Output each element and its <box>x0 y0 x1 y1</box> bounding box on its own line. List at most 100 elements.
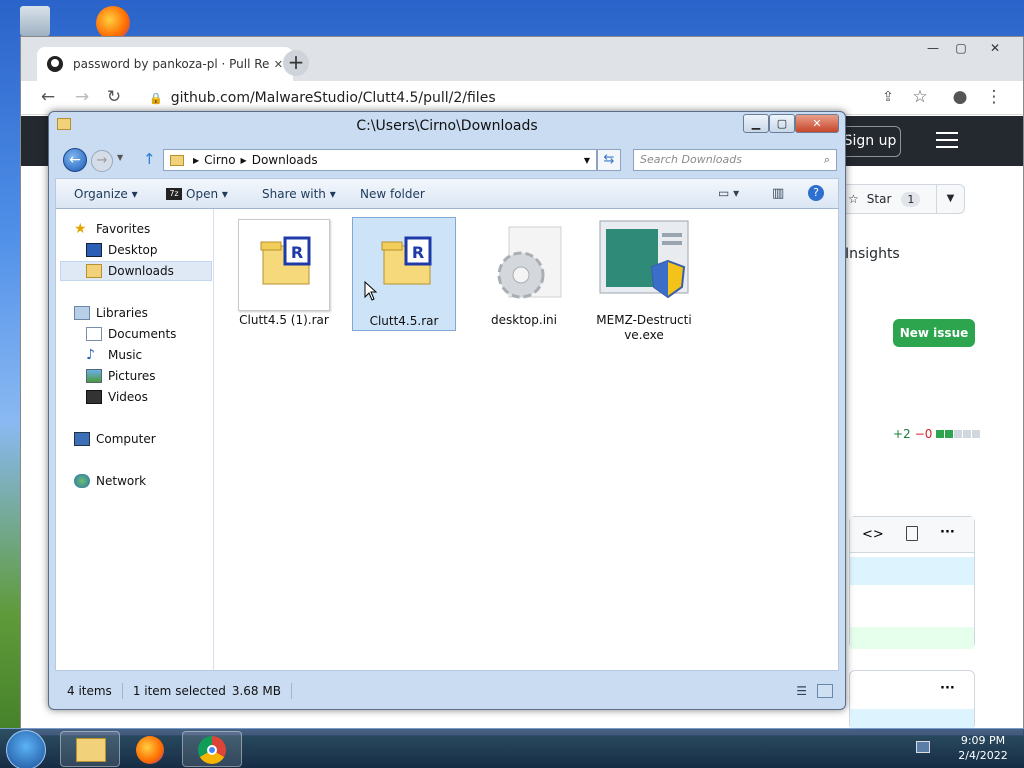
organize-button[interactable]: Organize ▾ <box>74 187 138 201</box>
new-tab-button[interactable]: + <box>283 50 309 76</box>
clock-date: 2/4/2022 <box>958 749 1008 762</box>
star-label: Star <box>866 192 892 206</box>
preview-pane-icon[interactable]: ▥ <box>772 186 784 201</box>
taskbar: 9:09 PM 2/4/2022 <box>0 728 1024 768</box>
chrome-menu-icon[interactable]: ⋮ <box>983 87 1005 109</box>
large-icons-view-icon[interactable] <box>817 684 833 698</box>
clock-time: 9:09 PM <box>960 734 1006 747</box>
file-name: Clutt4.5.rar <box>369 314 439 328</box>
7zip-icon: 7z <box>166 188 182 200</box>
star-dropdown-icon[interactable]: ▼ <box>936 185 964 213</box>
window-title: C:\Users\Cirno\Downloads <box>356 118 538 134</box>
address-bar[interactable]: 🔒 github.com/MalwareStudio/Clutt4.5/pull… <box>135 86 875 110</box>
hamburger-menu-icon[interactable] <box>936 132 958 148</box>
start-button[interactable] <box>6 730 46 768</box>
taskbar-clock[interactable]: 9:09 PM 2/4/2022 <box>948 733 1018 763</box>
command-bar: Organize ▾ 7z Open ▾ Share with ▾ New fo… <box>55 178 839 209</box>
file-name: MEMZ-Destructive.exe <box>596 313 692 342</box>
exe-shield-icon <box>598 219 690 311</box>
chrome-maximize-button[interactable]: ▢ <box>949 41 973 57</box>
up-folder-icon[interactable]: ↑ <box>143 151 157 167</box>
tab-close-icon[interactable]: ✕ <box>274 58 283 71</box>
bookmark-star-icon[interactable]: ☆ <box>909 87 931 109</box>
file-diff-card: <> ··· <box>849 516 975 649</box>
chrome-minimize-button[interactable]: — <box>921 41 945 57</box>
nav-documents[interactable]: Documents <box>86 324 176 344</box>
share-with-button[interactable]: Share with ▾ <box>262 187 336 201</box>
view-options-icon[interactable]: ▭ ▾ <box>718 186 739 200</box>
chrome-close-button[interactable]: ✕ <box>983 41 1007 57</box>
taskbar-explorer-button[interactable] <box>60 731 120 767</box>
recycle-bin-icon[interactable] <box>20 6 50 36</box>
file-icon[interactable] <box>906 526 918 541</box>
star-icon: ☆ <box>848 192 859 206</box>
file-item-selected[interactable]: R Clutt4.5.rar <box>352 217 456 331</box>
breadcrumb-cirno[interactable]: Cirno <box>204 153 235 167</box>
file-item[interactable]: MEMZ-Destructive.exe <box>592 217 696 342</box>
share-icon[interactable]: ⇪ <box>877 87 899 109</box>
nav-favorites[interactable]: ★ Favorites <box>74 219 150 239</box>
explorer-window: C:\Users\Cirno\Downloads ▁ ▢ ✕ ← → ▼ ↑ ▶… <box>48 111 846 710</box>
file-item[interactable]: R Clutt4.5 (1).rar <box>232 217 336 331</box>
explorer-minimize-button[interactable]: ▁ <box>743 114 769 133</box>
file-more-options-icon-2[interactable]: ··· <box>940 681 955 696</box>
folder-small-icon <box>170 154 184 166</box>
settings-file-gear-icon <box>478 219 570 311</box>
diff-additions: +2 <box>893 427 911 441</box>
profile-icon[interactable]: ● <box>949 87 971 109</box>
nav-network[interactable]: Network <box>74 471 146 491</box>
diff-stat: +2 −0 <box>893 427 981 441</box>
nav-libraries[interactable]: Libraries <box>74 303 148 323</box>
file-item[interactable]: desktop.ini <box>472 217 576 331</box>
nav-desktop[interactable]: Desktop <box>86 240 158 260</box>
tab-title: password by pankoza-pl · Pull Re <box>73 57 270 71</box>
network-tray-icon[interactable] <box>916 741 930 753</box>
file-diff-card-2: ··· <box>849 670 975 731</box>
videos-icon <box>86 390 102 404</box>
explorer-maximize-button[interactable]: ▢ <box>769 114 795 133</box>
explorer-close-button[interactable]: ✕ <box>795 114 839 133</box>
svg-text:R: R <box>412 243 424 262</box>
code-view-icon[interactable]: <> <box>862 527 884 542</box>
search-placeholder: Search Downloads <box>640 153 742 166</box>
taskbar-firefox-button[interactable] <box>120 731 180 767</box>
breadcrumb-downloads[interactable]: Downloads <box>252 153 318 167</box>
lock-icon: 🔒 <box>149 91 163 105</box>
explorer-address-bar[interactable]: ▶ Cirno ▶ Downloads ▼ <box>163 149 597 171</box>
browser-tab[interactable]: password by pankoza-pl · Pull Re ✕ <box>37 47 293 81</box>
address-dropdown-icon[interactable]: ▼ <box>584 156 590 165</box>
nav-pictures[interactable]: Pictures <box>86 366 156 386</box>
back-button[interactable]: ← <box>63 148 87 172</box>
insights-tab[interactable]: Insights <box>845 246 900 262</box>
firefox-desktop-icon[interactable] <box>96 6 130 40</box>
search-input[interactable]: Search Downloads ⌕ <box>633 149 837 171</box>
selection-size: 3.68 MB <box>231 684 281 698</box>
diff-deletions: −0 <box>914 427 933 441</box>
documents-icon <box>86 327 102 341</box>
new-issue-button[interactable]: New issue <box>893 319 975 347</box>
sign-up-button[interactable]: Sign up <box>839 126 901 157</box>
back-arrow-icon[interactable]: ← <box>37 87 59 109</box>
file-more-options-icon[interactable]: ··· <box>940 525 955 540</box>
rar-archive-icon: R <box>238 219 330 311</box>
nav-videos[interactable]: Videos <box>86 387 148 407</box>
recent-pages-icon[interactable]: ▼ <box>117 153 123 162</box>
nav-downloads[interactable]: Downloads <box>60 261 212 281</box>
star-button[interactable]: ☆ Star 1 ▼ <box>839 184 965 214</box>
details-view-icon[interactable]: ☰ <box>796 684 807 698</box>
forward-arrow-icon[interactable]: → <box>71 87 93 109</box>
file-name: Clutt4.5 (1).rar <box>239 313 329 327</box>
reload-icon[interactable]: ↻ <box>103 87 125 109</box>
taskbar-chrome-button[interactable] <box>182 731 242 767</box>
refresh-button[interactable]: ⇆ <box>597 149 621 171</box>
pictures-icon <box>86 369 102 383</box>
new-folder-button[interactable]: New folder <box>360 187 425 201</box>
computer-icon <box>74 432 90 446</box>
help-icon[interactable]: ? <box>808 185 824 201</box>
forward-button[interactable]: → <box>91 150 113 172</box>
nav-computer[interactable]: Computer <box>74 429 156 449</box>
star-count: 1 <box>901 191 921 207</box>
nav-music[interactable]: ♪ Music <box>86 345 142 365</box>
network-icon <box>74 474 90 488</box>
open-button[interactable]: Open ▾ <box>186 187 228 201</box>
